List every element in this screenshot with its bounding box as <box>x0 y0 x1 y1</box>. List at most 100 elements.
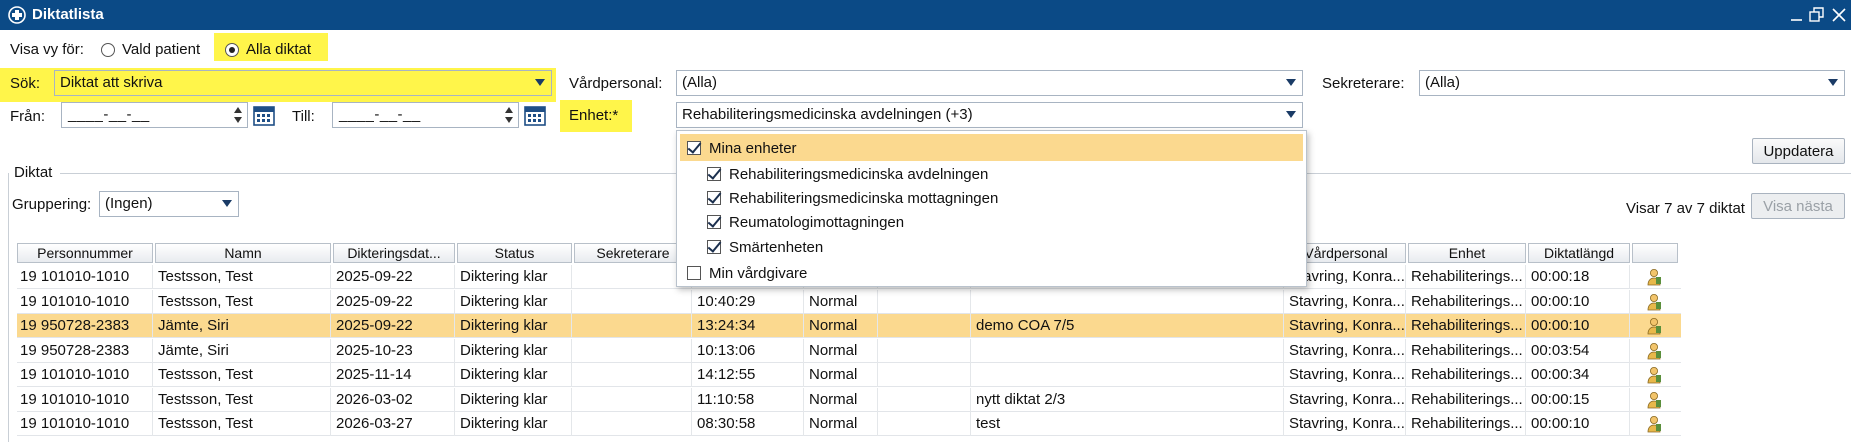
view-label: Visa vy för: <box>10 41 84 58</box>
calendar-icon[interactable] <box>252 103 276 127</box>
spinner-icon[interactable] <box>505 107 514 123</box>
table-cell: 19 101010-1010 <box>17 265 153 289</box>
column-header[interactable]: Enhet <box>1408 243 1526 263</box>
table-cell: Normal <box>806 314 878 338</box>
checkbox-unit-0[interactable] <box>707 167 721 181</box>
radio-selected-patient-label[interactable]: Vald patient <box>122 41 200 58</box>
table-cell: Diktering klar <box>457 387 572 412</box>
secretary-person-icon[interactable] <box>1646 366 1662 384</box>
grouping-combobox[interactable]: (Ingen) <box>99 191 239 217</box>
table-row[interactable]: 19 101010-1010 Testsson, Test 2026-03-27 Di… <box>17 412 1681 436</box>
table-cell: 19 101010-1010 <box>17 289 153 314</box>
table-cell: 00:00:18 <box>1528 265 1630 289</box>
restore-icon[interactable] <box>1806 4 1828 26</box>
table-cell: Testsson, Test <box>155 289 331 314</box>
table-row[interactable]: 19 950728-2383 Jämte, Siri 2025-10-23 Dikte… <box>17 338 1681 363</box>
checkbox-unit-3[interactable] <box>707 240 721 254</box>
unit-label: Enhet:* <box>569 107 619 124</box>
table-cell: Rehabiliterings... <box>1408 338 1526 363</box>
table-cell: 14:12:55 <box>694 363 804 387</box>
table-cell: nytt diktat 2/3 <box>973 387 1284 412</box>
from-date-input[interactable]: ____-__-__ <box>61 102 248 128</box>
column-header[interactable]: Personnummer <box>17 243 153 263</box>
secretary-combobox-value: (Alla) <box>1425 74 1461 91</box>
table-cell <box>973 289 1284 314</box>
column-header[interactable]: Sekreterare <box>574 243 692 263</box>
table-cell: Stavring, Konra... <box>1286 387 1406 412</box>
table-cell: 00:00:34 <box>1528 363 1630 387</box>
table-cell: 2026-03-02 <box>333 387 455 412</box>
show-next-button[interactable]: Visa nästa <box>1751 193 1845 219</box>
search-combobox-value: Diktat att skriva <box>60 74 163 91</box>
unit-item-label[interactable]: Rehabiliteringsmedicinska mottagningen <box>729 190 998 207</box>
secretary-person-icon[interactable] <box>1646 293 1662 311</box>
table-cell: 2025-09-22 <box>333 314 455 338</box>
radio-all-dictations[interactable] <box>225 43 239 57</box>
grouping-combobox-value: (Ingen) <box>105 195 153 212</box>
my-care-provider-label[interactable]: Min vårdgivare <box>709 265 807 282</box>
table-cell: test <box>973 412 1284 436</box>
search-combobox[interactable]: Diktat att skriva <box>54 70 552 96</box>
table-cell: 08:30:58 <box>694 412 804 436</box>
checkbox-my-care-provider[interactable] <box>687 266 701 280</box>
column-header[interactable]: Dikteringsdat... <box>333 243 455 263</box>
to-date-value: ____-__-__ <box>339 106 421 123</box>
table-cell: Testsson, Test <box>155 363 331 387</box>
table-row[interactable]: 19 101010-1010 Testsson, Test 2025-11-14 Di… <box>17 363 1681 387</box>
table-cell: 11:10:58 <box>694 387 804 412</box>
table-cell: Diktering klar <box>457 363 572 387</box>
secretary-person-icon[interactable] <box>1646 268 1662 286</box>
column-header[interactable] <box>1632 243 1678 263</box>
secretary-person-icon[interactable] <box>1646 317 1662 335</box>
table-row[interactable]: 19 101010-1010 Testsson, Test 2026-03-02 Di… <box>17 387 1681 412</box>
table-cell: Jämte, Siri <box>155 338 331 363</box>
secretary-label: Sekreterare: <box>1322 75 1405 92</box>
checkbox-my-units[interactable] <box>687 141 701 155</box>
table-cell: Testsson, Test <box>155 265 331 289</box>
table-cell: 19 101010-1010 <box>17 363 153 387</box>
table-cell: Normal <box>806 289 878 314</box>
column-header[interactable]: Diktatlängd <box>1528 243 1630 263</box>
secretary-combobox[interactable]: (Alla) <box>1419 70 1845 96</box>
checkbox-unit-2[interactable] <box>707 215 721 229</box>
table-row[interactable]: 19 950728-2383 Jämte, Siri 2025-09-22 Dikte… <box>17 314 1681 338</box>
table-cell: Rehabiliterings... <box>1408 289 1526 314</box>
table-cell <box>880 363 971 387</box>
table-cell <box>574 289 692 314</box>
table-cell <box>574 387 692 412</box>
grouping-label: Gruppering: <box>12 196 92 213</box>
minimize-icon[interactable] <box>1786 4 1808 26</box>
chevron-down-icon <box>535 79 545 86</box>
checkbox-unit-1[interactable] <box>707 191 721 205</box>
table-cell <box>880 289 971 314</box>
window-title: Diktatlista <box>32 6 104 23</box>
update-button[interactable]: Uppdatera <box>1752 138 1845 164</box>
column-header[interactable]: Namn <box>155 243 331 263</box>
secretary-person-icon[interactable] <box>1646 391 1662 409</box>
table-cell: Stavring, Konra... <box>1286 412 1406 436</box>
spinner-icon[interactable] <box>234 107 243 123</box>
unit-item-label[interactable]: Rehabiliteringsmedicinska avdelningen <box>729 166 988 183</box>
unit-combobox[interactable]: Rehabiliteringsmedicinska avdelningen (+… <box>676 102 1303 128</box>
table-cell: 19 101010-1010 <box>17 387 153 412</box>
calendar-icon[interactable] <box>523 103 547 127</box>
table-cell: 2025-09-22 <box>333 289 455 314</box>
my-units-label[interactable]: Mina enheter <box>709 140 797 157</box>
unit-item-label[interactable]: Reumatologimottagningen <box>729 214 904 231</box>
close-icon[interactable] <box>1828 4 1850 26</box>
table-cell: 10:40:29 <box>694 289 804 314</box>
from-label: Från: <box>10 108 46 125</box>
radio-selected-patient[interactable] <box>101 43 115 57</box>
careprof-combobox[interactable]: (Alla) <box>676 70 1303 96</box>
dictation-count: Visar 7 av 7 diktat <box>1626 200 1745 217</box>
table-cell: 00:00:15 <box>1528 387 1630 412</box>
column-header[interactable]: Status <box>457 243 572 263</box>
table-row[interactable]: 19 101010-1010 Testsson, Test 2025-09-22 Di… <box>17 289 1681 314</box>
table-cell: Stavring, Konra... <box>1286 338 1406 363</box>
secretary-person-icon[interactable] <box>1646 342 1662 360</box>
to-date-input[interactable]: ____-__-__ <box>332 102 519 128</box>
radio-all-dictations-label[interactable]: Alla diktat <box>246 41 311 58</box>
unit-item-label[interactable]: Smärtenheten <box>729 239 823 256</box>
secretary-person-icon[interactable] <box>1646 415 1662 433</box>
table-cell: 2026-03-27 <box>333 412 455 436</box>
